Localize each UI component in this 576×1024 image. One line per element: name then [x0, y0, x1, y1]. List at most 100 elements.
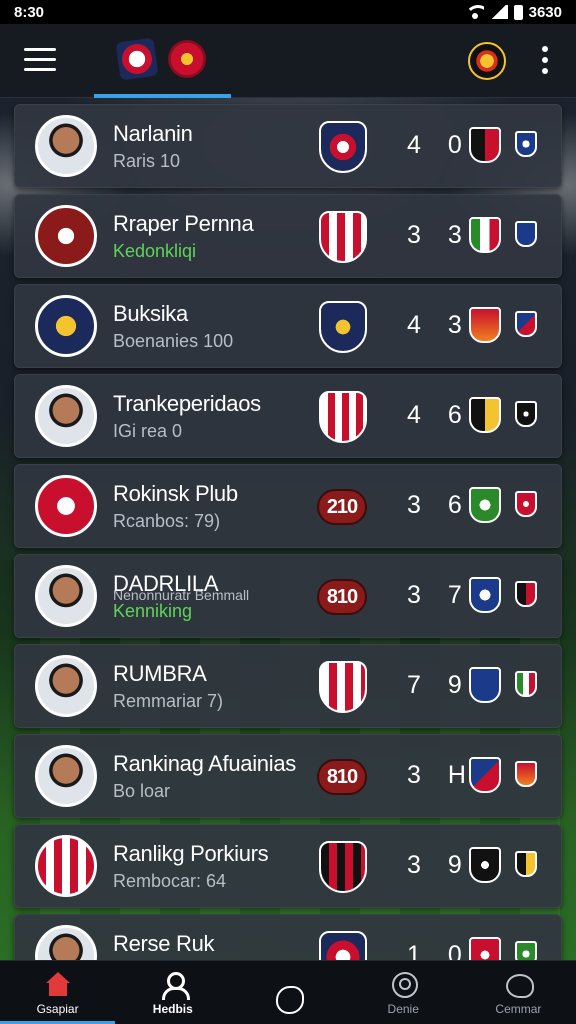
ranking-row[interactable]: Rokinsk Plub Rcanbos: 79) 210 3 6 — [14, 464, 562, 548]
mini-crest-icon — [515, 851, 537, 877]
row-name: Ranlikg Porkiurs — [113, 841, 269, 866]
club-shield-icon — [319, 841, 367, 893]
status-bar: 8:30 3630 — [0, 0, 576, 24]
club-shield-icon — [319, 661, 367, 713]
whistle-icon — [504, 972, 535, 998]
player-avatar — [35, 115, 97, 177]
row-name: Buksika — [113, 301, 188, 326]
league-logo-icon[interactable] — [115, 37, 159, 81]
opponent-crest-icon — [469, 397, 501, 433]
row-subtitle: Boenanies 100 — [113, 331, 234, 351]
ranking-row[interactable]: Ranlikg Porkiurs Rembocar: 64 3 9 — [14, 824, 562, 908]
mini-crest-icon — [515, 311, 537, 337]
row-score: 3 9 — [407, 851, 472, 879]
club-shield-icon — [319, 121, 367, 173]
row-subtitle: Rembocar: 64 — [113, 871, 227, 891]
row-name: Narlanin — [113, 121, 193, 146]
nav-profile-label: Hedbis — [152, 1002, 193, 1016]
row-subtitle: Kenniking — [113, 601, 193, 621]
row-name: Trankeperidaos — [113, 391, 261, 416]
opponent-crest-icon — [469, 487, 501, 523]
ranking-row[interactable]: Rraper Pernna Kedonkliqi 3 3 — [14, 194, 562, 278]
ranking-row[interactable]: Trankeperidaos IGi rea 0 4 6 — [14, 374, 562, 458]
ranking-row[interactable]: Buksika Boenanies 100 4 3 — [14, 284, 562, 368]
ranking-row[interactable]: DADRLILA Nenonnuratr Bemmall Kenniking 810 3… — [14, 554, 562, 638]
opponent-crest-icon — [469, 307, 501, 343]
player-avatar — [35, 745, 97, 807]
home-icon — [44, 972, 72, 998]
row-name: Rraper Pernna — [113, 211, 254, 236]
player-avatar — [35, 565, 97, 627]
mini-crest-icon — [515, 131, 537, 157]
user-icon — [159, 972, 190, 1000]
mini-crest-icon — [515, 401, 537, 427]
rank-badge: 210 — [317, 489, 367, 525]
row-name: RUMBRA — [113, 661, 207, 686]
row-name: Rerse Ruk — [113, 931, 215, 956]
opponent-crest-icon — [469, 577, 501, 613]
club-shield-icon — [319, 301, 367, 353]
row-score: 4 6 — [407, 401, 472, 429]
ranking-row[interactable]: RUMBRA Remmariar 7) 7 9 — [14, 644, 562, 728]
nav-profile[interactable]: Hedbis — [115, 961, 230, 1024]
rank-badge: 810 — [317, 579, 367, 615]
bottom-navigation: Gsapiar Hedbis Denie Cemmar — [0, 960, 576, 1024]
nav-home-label: Gsapiar — [36, 1002, 79, 1016]
club-shield-icon — [319, 211, 367, 263]
rank-badge: 810 — [317, 759, 367, 795]
row-score: 3 3 — [407, 221, 472, 249]
nav-center[interactable] — [230, 961, 345, 1024]
player-avatar — [35, 655, 97, 717]
row-subtitle: Remmariar 7) — [113, 691, 224, 711]
row-subtitle: Raris 10 — [113, 151, 181, 171]
circle-icon — [274, 986, 304, 1014]
club-logo-icon[interactable] — [168, 40, 206, 78]
battery-icon — [513, 4, 523, 20]
active-tab-indicator — [94, 94, 231, 98]
mini-crest-icon — [515, 491, 537, 517]
profile-badge-icon[interactable] — [468, 42, 506, 80]
status-clock-right: 3630 — [528, 3, 562, 21]
opponent-crest-icon — [469, 757, 501, 793]
mini-crest-icon — [515, 671, 537, 697]
kebab-menu-icon[interactable] — [542, 46, 550, 74]
app-bar — [0, 24, 576, 98]
status-time: 8:30 — [14, 3, 45, 21]
opponent-crest-icon — [469, 667, 501, 703]
player-avatar — [35, 385, 97, 447]
row-name: Rankinag Afuainias — [113, 751, 296, 776]
opponent-crest-icon — [469, 217, 501, 253]
club-crest-icon — [35, 295, 97, 357]
mini-crest-icon — [515, 761, 537, 787]
ranking-row[interactable]: Rankinag Afuainias Bo loar 810 3 H — [14, 734, 562, 818]
row-score: 3 7 — [407, 581, 472, 609]
row-subtitle: Bo loar — [113, 781, 171, 801]
nav-home[interactable]: Gsapiar — [0, 961, 116, 1024]
row-subtitle: Kedonkliqi — [113, 241, 197, 261]
row-score: 7 9 — [407, 671, 472, 699]
nav-matches[interactable]: Denie — [346, 961, 461, 1024]
club-crest-icon — [35, 205, 97, 267]
row-name: Rokinsk Plub — [113, 481, 238, 506]
row-score: 3 H — [407, 761, 476, 789]
nav-comments-label: Cemmar — [495, 1002, 542, 1016]
row-score: 4 0 — [407, 131, 472, 159]
status-icons: 3630 — [465, 3, 562, 21]
club-crest-icon — [35, 835, 97, 897]
ranking-row[interactable]: Narlanin Raris 10 4 0 — [14, 104, 562, 188]
club-shield-icon — [319, 391, 367, 443]
row-score: 4 3 — [407, 311, 472, 339]
ball-icon — [389, 972, 419, 998]
nav-comments[interactable]: Cemmar — [461, 961, 576, 1024]
signal-icon — [489, 5, 508, 19]
row-subtitle: IGi rea 0 — [113, 421, 183, 441]
hamburger-menu-icon[interactable] — [24, 48, 56, 72]
mini-crest-icon — [515, 221, 537, 247]
nav-matches-label: Denie — [387, 1002, 419, 1016]
club-crest-icon — [35, 475, 97, 537]
row-subtitle: Rcanbos: 79) — [113, 511, 221, 531]
row-score: 3 6 — [407, 491, 472, 519]
ranking-list: Narlanin Raris 10 4 0 Rraper Pernna Kedonkli… — [14, 104, 562, 1004]
opponent-crest-icon — [469, 127, 501, 163]
opponent-crest-icon — [469, 847, 501, 883]
